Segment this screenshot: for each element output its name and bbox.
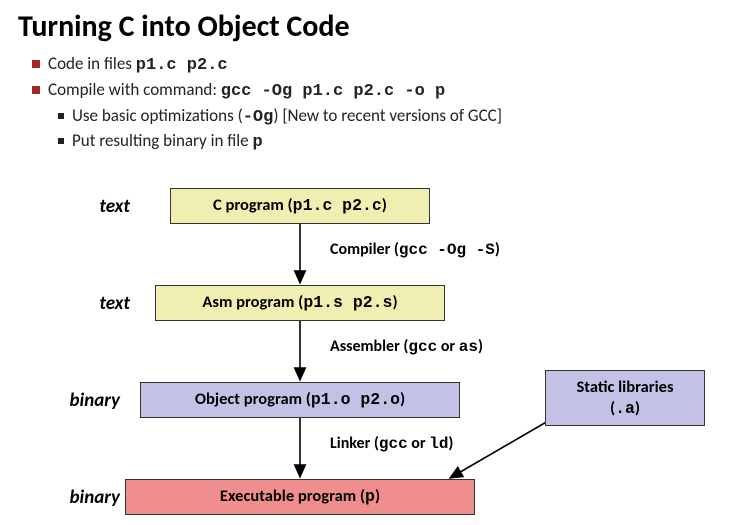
bullet-square-icon: [32, 86, 40, 94]
box-text: ): [400, 389, 405, 409]
bullet-text: Compile with command:: [48, 79, 221, 100]
step-text: or: [408, 434, 430, 453]
bullet-2: Compile with command: gcc -Og p1.c p2.c …: [18, 79, 732, 101]
box-object-program: Object program (p1.o p2.o): [140, 382, 460, 418]
inline-code: p1.c p2.c: [136, 56, 228, 75]
box-text: Executable program (: [220, 486, 365, 506]
box-text: ): [382, 195, 387, 215]
inline-code: gcc -Og p1.c p2.c -o p: [221, 82, 445, 101]
row-label-text-2: text: [40, 292, 130, 315]
inline-code: p1.c p2.c: [293, 196, 382, 215]
box-c-program: C program (p1.c p2.c): [170, 188, 430, 224]
bullet-square-icon: [32, 60, 40, 68]
subbullet-2: Put resulting binary in file p: [18, 130, 732, 152]
slide-title: Turning C into Object Code: [18, 8, 732, 45]
inline-code: ld: [429, 435, 448, 453]
diagram: text C program (p1.c p2.c) Compiler (gcc…: [0, 170, 750, 525]
subbullet-square-icon: [58, 138, 64, 144]
step-linker: Linker (gcc or ld): [330, 434, 453, 453]
box-text: ): [635, 398, 640, 418]
bullet-text: ) [New to recent versions of GCC]: [273, 105, 502, 126]
step-compiler: Compiler (gcc -Og -S): [330, 240, 500, 259]
inline-code: p: [365, 487, 375, 506]
inline-code: as: [459, 338, 478, 356]
inline-code: p1.o p2.o: [311, 390, 400, 409]
box-text: C program (: [213, 195, 293, 215]
box-text: Static libraries: [576, 377, 673, 397]
bullet-text: Use basic optimizations (: [72, 105, 243, 126]
box-executable: Executable program (p): [125, 479, 475, 515]
step-assembler: Assembler (gcc or as): [330, 337, 483, 356]
inline-code: -Og: [243, 108, 274, 127]
box-text: ): [392, 292, 397, 312]
step-text: Compiler (: [330, 240, 399, 259]
box-text: ): [375, 486, 380, 506]
row-label-binary-2: binary: [30, 486, 120, 509]
bullet-text: Code in files: [48, 53, 136, 74]
step-text: ): [478, 337, 483, 356]
box-text: Asm program (: [202, 292, 303, 312]
subbullet-1: Use basic optimizations (-Og) [New to re…: [18, 105, 732, 127]
step-text: Assembler (: [330, 337, 408, 356]
box-asm-program: Asm program (p1.s p2.s): [155, 285, 445, 321]
bullet-1: Code in files p1.c p2.c: [18, 53, 732, 75]
row-label-binary-1: binary: [30, 389, 120, 412]
bullet-list: Code in files p1.c p2.c Compile with com…: [18, 53, 732, 152]
step-text: ): [495, 240, 500, 259]
step-text: Linker (: [330, 434, 379, 453]
inline-code: p1.s p2.s: [303, 293, 392, 312]
inline-code: gcc: [379, 435, 408, 453]
step-text: or: [437, 337, 459, 356]
inline-code: p: [252, 133, 262, 152]
inline-code: gcc -Og -S: [399, 241, 495, 259]
step-text: ): [448, 434, 453, 453]
box-text: Object program (: [195, 389, 311, 409]
box-static-libraries: Static libraries (.a): [545, 370, 705, 426]
row-label-text-1: text: [40, 195, 130, 218]
bullet-text: Put resulting binary in file: [72, 130, 252, 151]
subbullet-square-icon: [58, 113, 64, 119]
inline-code: gcc: [408, 338, 437, 356]
inline-code: .a: [615, 399, 635, 418]
